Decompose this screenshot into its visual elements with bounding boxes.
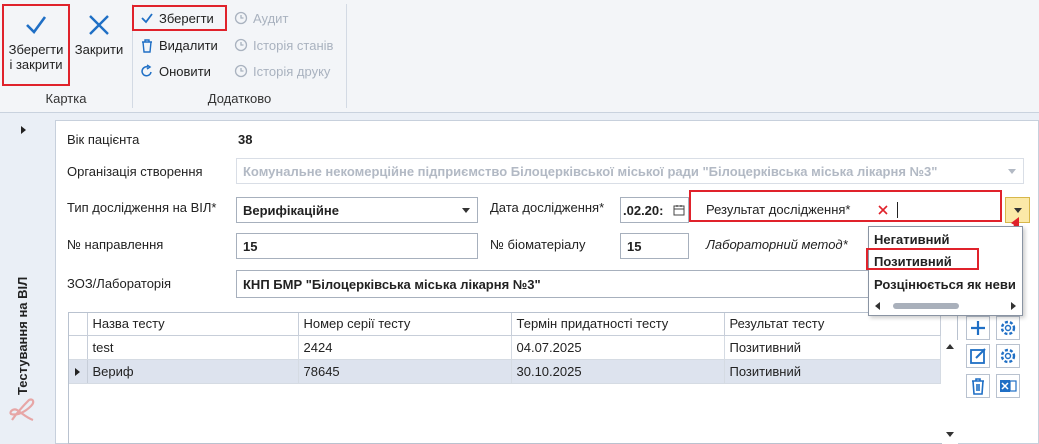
cell-test-name[interactable]: test bbox=[87, 335, 299, 360]
cell-result[interactable]: Позитивний bbox=[724, 335, 941, 360]
direction-label: № направлення bbox=[67, 237, 164, 252]
ribbon: Зберегти і закрити Закрити Картка Зберег… bbox=[0, 0, 1039, 113]
excel-icon bbox=[1000, 380, 1017, 392]
save-highlight bbox=[132, 5, 227, 31]
add-button[interactable] bbox=[966, 316, 990, 340]
org-value: Комунальне некомерційне підприємство Біл… bbox=[243, 163, 938, 179]
clock-icon bbox=[234, 64, 248, 78]
hiv-ribbon-icon bbox=[9, 398, 35, 422]
audit-button[interactable]: Аудит bbox=[234, 7, 288, 29]
close-label: Закрити bbox=[74, 42, 124, 57]
trash-icon bbox=[972, 378, 984, 395]
side-tab-label[interactable]: Тестування на ВІЛ bbox=[15, 277, 30, 395]
state-history-button[interactable]: Історія станів bbox=[234, 34, 333, 56]
refresh-button[interactable]: Оновити bbox=[140, 60, 211, 82]
biomaterial-field[interactable]: 15 bbox=[620, 233, 689, 259]
column-header[interactable]: Термін придатності тесту bbox=[511, 313, 725, 336]
extra-group-label: Додатково bbox=[207, 91, 272, 106]
add-settings-button[interactable] bbox=[996, 316, 1020, 340]
result-dropdown-list: Негативний Позитивний Розцінюється як не… bbox=[868, 226, 1023, 316]
tests-grid: Назва тесту Номер серії тесту Термін при… bbox=[68, 312, 958, 444]
lab-select[interactable]: КНП БМР "Білоцерківська міська лікарня №… bbox=[236, 270, 876, 298]
lab-value: КНП БМР "Білоцерківська міська лікарня №… bbox=[243, 276, 541, 292]
clock-icon bbox=[234, 38, 248, 52]
cell-series[interactable]: 78645 bbox=[298, 359, 512, 384]
date-value: .02.20: bbox=[623, 202, 664, 218]
direction-value: 15 bbox=[243, 238, 258, 254]
date-field[interactable]: .02.20: bbox=[620, 197, 689, 223]
chevron-down-icon bbox=[1014, 208, 1022, 213]
scroll-up-icon[interactable] bbox=[946, 344, 954, 349]
lab-method-label: Лабораторний метод* bbox=[706, 237, 848, 252]
org-select: Комунальне некомерційне підприємство Біл… bbox=[236, 158, 1024, 184]
biomaterial-label: № біоматеріалу bbox=[490, 237, 586, 252]
positive-option-highlight bbox=[866, 248, 979, 270]
scroll-right-icon[interactable] bbox=[1011, 302, 1016, 310]
result-highlight bbox=[689, 190, 1002, 222]
save-close-highlight bbox=[2, 4, 70, 86]
refresh-label: Оновити bbox=[159, 63, 211, 79]
test-type-select[interactable]: Верифікаційне bbox=[236, 197, 478, 223]
date-label: Дата дослідження* bbox=[490, 200, 605, 215]
direction-field[interactable]: 15 bbox=[236, 233, 478, 259]
trash-icon bbox=[142, 38, 152, 53]
print-history-label: Історія друку bbox=[253, 63, 331, 79]
delete-row-button[interactable] bbox=[966, 374, 990, 398]
edit-button[interactable] bbox=[966, 344, 990, 368]
gear-icon bbox=[1000, 320, 1016, 336]
test-type-label: Тип дослідження на ВІЛ* bbox=[67, 200, 217, 215]
delete-button[interactable]: Видалити bbox=[140, 34, 218, 56]
dropdown-horizontal-scrollbar[interactable] bbox=[871, 299, 1021, 313]
scroll-left-icon[interactable] bbox=[875, 302, 880, 310]
lab-label: ЗОЗ/Лабораторія bbox=[67, 276, 172, 291]
export-excel-button[interactable] bbox=[996, 374, 1020, 398]
clock-icon bbox=[234, 11, 248, 25]
grid-header-row: Назва тесту Номер серії тесту Термін при… bbox=[69, 313, 941, 336]
table-row[interactable]: Вериф 78645 30.10.2025 Позитивний bbox=[69, 359, 941, 384]
card-group-label: Картка bbox=[45, 91, 87, 106]
chevron-down-icon bbox=[1008, 169, 1016, 174]
row-indicator[interactable] bbox=[69, 359, 88, 384]
option-undetermined[interactable]: Розцінюється як неви bbox=[874, 277, 1016, 292]
row-indicator-header bbox=[69, 313, 88, 336]
cell-series[interactable]: 2424 bbox=[298, 335, 512, 360]
plus-icon bbox=[971, 321, 985, 335]
expand-arrow-icon[interactable] bbox=[21, 126, 26, 134]
cell-expiry[interactable]: 30.10.2025 bbox=[511, 359, 725, 384]
option-negative[interactable]: Негативний bbox=[874, 232, 949, 247]
print-history-button[interactable]: Історія друку bbox=[234, 60, 330, 82]
scroll-down-icon[interactable] bbox=[946, 432, 954, 437]
grid-vertical-scrollbar[interactable] bbox=[942, 340, 958, 444]
org-label: Організація створення bbox=[67, 164, 203, 179]
cell-expiry[interactable]: 04.07.2025 bbox=[511, 335, 725, 360]
calendar-icon[interactable] bbox=[673, 204, 685, 216]
age-value: 38 bbox=[238, 132, 253, 147]
state-history-label: Історія станів bbox=[253, 37, 334, 53]
close-icon bbox=[89, 15, 109, 35]
current-row-icon bbox=[75, 367, 80, 376]
cell-test-name[interactable]: Вериф bbox=[87, 359, 299, 384]
chevron-down-icon[interactable] bbox=[462, 208, 470, 213]
gear-icon bbox=[1000, 348, 1016, 364]
scroll-thumb[interactable] bbox=[893, 303, 959, 309]
group-divider bbox=[346, 4, 347, 108]
column-header[interactable]: Результат тесту bbox=[724, 313, 941, 336]
test-type-value: Верифікаційне bbox=[243, 202, 339, 218]
row-indicator[interactable] bbox=[69, 335, 88, 360]
refresh-icon bbox=[141, 64, 152, 77]
cell-result[interactable]: Позитивний bbox=[724, 359, 941, 384]
column-header[interactable]: Назва тесту bbox=[87, 313, 299, 336]
column-header[interactable]: Номер серії тесту bbox=[298, 313, 512, 336]
delete-label: Видалити bbox=[159, 37, 218, 53]
edit-icon bbox=[970, 348, 986, 364]
edit-settings-button[interactable] bbox=[996, 344, 1020, 368]
close-button[interactable]: Закрити bbox=[72, 4, 126, 57]
age-label: Вік пацієнта bbox=[67, 132, 140, 147]
biomaterial-value: 15 bbox=[627, 238, 642, 254]
audit-label: Аудит bbox=[253, 10, 289, 26]
table-row[interactable]: test 2424 04.07.2025 Позитивний bbox=[69, 335, 941, 360]
